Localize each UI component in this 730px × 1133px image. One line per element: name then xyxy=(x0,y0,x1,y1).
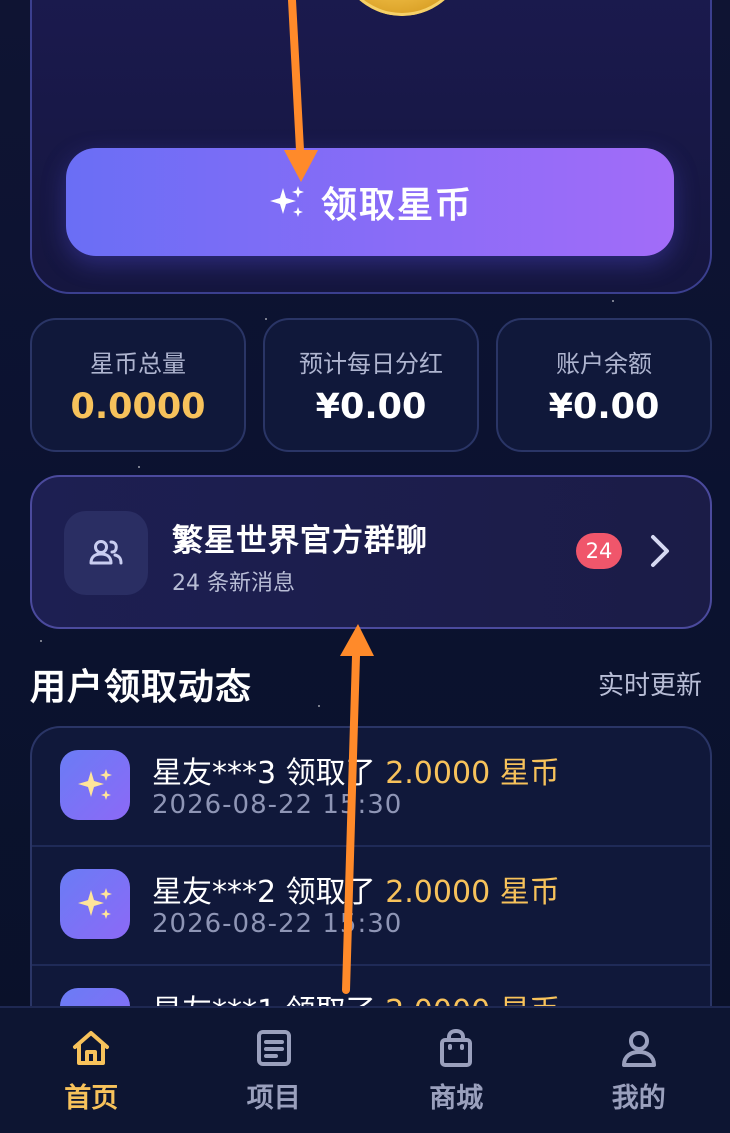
home-icon xyxy=(69,1026,113,1070)
list-icon xyxy=(252,1026,296,1070)
nav-label: 项目 xyxy=(247,1076,301,1115)
activity-time: 2026-08-22 15:30 xyxy=(152,909,402,939)
claim-button-label: 领取星币 xyxy=(321,176,473,228)
stat-daily-dividend: 预计每日分红 ¥0.00 xyxy=(263,318,479,452)
bottom-navigation: 首页 项目 商城 我的 xyxy=(0,1006,730,1133)
sparkle-icon xyxy=(60,869,130,939)
list-item: 星友***2 领取了 2.0000 星币 2026-08-22 15:30 xyxy=(32,847,710,966)
group-avatar xyxy=(64,511,148,595)
stat-value: ¥0.00 xyxy=(549,387,660,427)
nav-label: 我的 xyxy=(612,1076,666,1115)
gold-coin-icon xyxy=(337,0,467,16)
activity-text: 星友***3 领取了 2.0000 星币 xyxy=(152,748,560,792)
user-icon xyxy=(617,1026,661,1070)
stat-value: 0.0000 xyxy=(70,387,205,427)
nav-label: 首页 xyxy=(64,1076,118,1115)
group-title: 繁星世界官方群聊 xyxy=(172,515,428,560)
group-subtitle: 24 条新消息 xyxy=(172,565,295,597)
nav-projects[interactable]: 项目 xyxy=(183,1008,366,1133)
claim-star-coin-button[interactable]: 领取星币 xyxy=(66,148,674,256)
activity-text: 星友***2 领取了 2.0000 星币 xyxy=(152,867,560,911)
users-icon xyxy=(86,533,126,573)
stat-account-balance: 账户余额 ¥0.00 xyxy=(496,318,712,452)
feed-title: 用户领取动态 xyxy=(30,658,252,710)
realtime-update-label: 实时更新 xyxy=(598,665,702,702)
sparkle-icon xyxy=(267,182,307,222)
unread-badge: 24 xyxy=(576,533,622,569)
official-group-chat-card[interactable]: 繁星世界官方群聊 24 条新消息 24 xyxy=(30,475,712,629)
nav-shop[interactable]: 商城 xyxy=(365,1008,548,1133)
stat-label: 账户余额 xyxy=(556,344,652,379)
stat-label: 星币总量 xyxy=(90,344,186,379)
stat-value: ¥0.00 xyxy=(316,387,427,427)
list-item: 星友***3 领取了 2.0000 星币 2026-08-22 15:30 xyxy=(32,728,710,847)
bag-icon xyxy=(434,1026,478,1070)
nav-profile[interactable]: 我的 xyxy=(548,1008,730,1133)
nav-label: 商城 xyxy=(429,1076,483,1115)
activity-time: 2026-08-22 15:30 xyxy=(152,790,402,820)
stat-label: 预计每日分红 xyxy=(299,344,443,379)
stat-total-coins: 星币总量 0.0000 xyxy=(30,318,246,452)
sparkle-icon xyxy=(60,750,130,820)
nav-home[interactable]: 首页 xyxy=(0,1008,183,1133)
chevron-right-icon xyxy=(644,531,674,571)
